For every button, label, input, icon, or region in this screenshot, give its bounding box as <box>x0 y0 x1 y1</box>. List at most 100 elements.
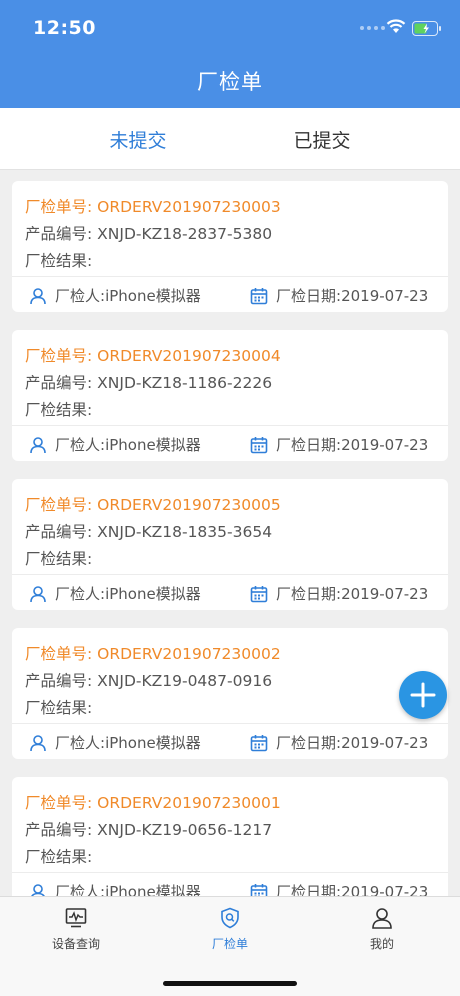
product-number-row: 产品编号: XNJD-KZ18-2837-5380 <box>25 222 272 244</box>
inspector-value: iPhone模拟器 <box>105 734 201 752</box>
inspector-label: 厂检人: <box>55 734 106 752</box>
date-value: 2019-07-23 <box>341 435 429 454</box>
tab-submitted[interactable]: 已提交 <box>262 126 382 153</box>
inspection-date-info: 厂检日期: 2019-07-23 <box>250 881 428 896</box>
inspection-card[interactable]: 厂检单号: ORDERV201907230005 产品编号: XNJD-KZ18… <box>12 479 448 610</box>
home-indicator <box>163 981 297 986</box>
order-number-row: 厂检单号: ORDERV201907230001 <box>25 791 281 813</box>
order-number-value: ORDERV201907230002 <box>97 645 281 663</box>
inspector-value: iPhone模拟器 <box>105 585 201 603</box>
date-label: 厂检日期: <box>276 287 342 305</box>
wifi-icon <box>386 19 406 33</box>
tab-unsubmitted[interactable]: 未提交 <box>78 126 198 153</box>
battery-icon <box>412 21 441 36</box>
inspection-card[interactable]: 厂检单号: ORDERV201907230003 产品编号: XNJD-KZ18… <box>12 181 448 312</box>
product-number-value: XNJD-KZ19-0656-1217 <box>97 821 273 839</box>
inspector-value: iPhone模拟器 <box>105 287 201 305</box>
inspector-value: iPhone模拟器 <box>105 883 201 896</box>
order-number-row: 厂检单号: ORDERV201907230002 <box>25 642 281 664</box>
card-divider <box>12 872 448 873</box>
inspection-list[interactable]: 厂检单号: ORDERV201907230003 产品编号: XNJD-KZ18… <box>0 170 460 896</box>
inspector-info: 厂检人: iPhone模拟器 <box>29 434 201 455</box>
inspection-result-label: 厂检结果: <box>25 699 93 717</box>
person-icon <box>30 585 46 602</box>
product-number-label: 产品编号: <box>25 523 98 541</box>
product-number-label: 产品编号: <box>25 374 98 392</box>
order-number-label: 厂检单号: <box>25 645 98 663</box>
inspector-info: 厂检人: iPhone模拟器 <box>29 285 201 306</box>
inspection-date-info: 厂检日期: 2019-07-23 <box>250 583 428 604</box>
person-icon <box>30 287 46 304</box>
order-number-value: ORDERV201907230004 <box>97 347 281 365</box>
calendar-icon <box>250 436 268 453</box>
inspector-info: 厂检人: iPhone模拟器 <box>29 732 201 753</box>
product-number-row: 产品编号: XNJD-KZ19-0656-1217 <box>25 818 272 840</box>
product-number-label: 产品编号: <box>25 672 98 690</box>
inspector-label: 厂检人: <box>55 436 106 454</box>
shield-search-icon <box>221 907 239 929</box>
nav-header: 12:50 厂检单 <box>0 0 460 108</box>
card-divider <box>12 425 448 426</box>
order-number-label: 厂检单号: <box>25 496 98 514</box>
calendar-icon <box>250 883 268 896</box>
calendar-icon <box>250 585 268 602</box>
inspection-date-info: 厂检日期: 2019-07-23 <box>250 434 428 455</box>
date-label: 厂检日期: <box>276 436 342 454</box>
tab-device-query-label: 设备查询 <box>51 937 100 951</box>
product-number-row: 产品编号: XNJD-KZ18-1186-2226 <box>25 371 272 393</box>
product-number-value: XNJD-KZ18-1186-2226 <box>97 374 273 392</box>
calendar-icon <box>250 287 268 304</box>
date-label: 厂检日期: <box>276 585 342 603</box>
inspector-label: 厂检人: <box>55 585 106 603</box>
date-value: 2019-07-23 <box>341 733 429 752</box>
order-number-label: 厂检单号: <box>25 347 98 365</box>
page-title: 厂检单 <box>197 70 263 94</box>
inspection-result-label: 厂检结果: <box>25 252 93 270</box>
inspection-card[interactable]: 厂检单号: ORDERV201907230001 产品编号: XNJD-KZ19… <box>12 777 448 896</box>
card-divider <box>12 276 448 277</box>
add-inspection-button[interactable] <box>399 671 447 719</box>
order-number-value: ORDERV201907230003 <box>97 198 281 216</box>
date-value: 2019-07-23 <box>341 882 429 897</box>
tab-mine[interactable]: 我的 <box>332 907 432 952</box>
product-number-row: 产品编号: XNJD-KZ18-1835-3654 <box>25 520 272 542</box>
product-number-label: 产品编号: <box>25 225 98 243</box>
status-time: 12:50 <box>33 17 96 39</box>
card-divider <box>12 723 448 724</box>
card-divider <box>12 574 448 575</box>
date-value: 2019-07-23 <box>341 286 429 305</box>
inspector-value: iPhone模拟器 <box>105 436 201 454</box>
order-number-row: 厂检单号: ORDERV201907230003 <box>25 195 281 217</box>
inspection-card[interactable]: 厂检单号: ORDERV201907230004 产品编号: XNJD-KZ18… <box>12 330 448 461</box>
inspector-label: 厂检人: <box>55 287 106 305</box>
person-icon <box>30 734 46 751</box>
tab-inspection-label: 厂检单 <box>211 937 248 951</box>
cellular-signal-icon <box>360 26 385 30</box>
order-number-value: ORDERV201907230001 <box>97 794 281 812</box>
inspector-info: 厂检人: iPhone模拟器 <box>29 881 201 896</box>
inspector-label: 厂检人: <box>55 883 106 896</box>
product-number-value: XNJD-KZ19-0487-0916 <box>97 672 273 690</box>
date-label: 厂检日期: <box>276 883 342 896</box>
order-number-row: 厂检单号: ORDERV201907230005 <box>25 493 281 515</box>
person-icon <box>372 908 392 929</box>
plus-icon <box>410 682 436 708</box>
date-value: 2019-07-23 <box>341 584 429 603</box>
tab-device-query[interactable]: 设备查询 <box>26 907 126 952</box>
status-bar: 12:50 <box>0 0 460 56</box>
monitor-icon <box>65 908 87 928</box>
order-number-row: 厂检单号: ORDERV201907230004 <box>25 344 281 366</box>
inspection-card[interactable]: 厂检单号: ORDERV201907230002 产品编号: XNJD-KZ19… <box>12 628 448 759</box>
product-number-label: 产品编号: <box>25 821 98 839</box>
inspection-date-info: 厂检日期: 2019-07-23 <box>250 732 428 753</box>
tab-mine-label: 我的 <box>369 937 394 951</box>
tab-inspection[interactable]: 厂检单 <box>180 907 280 952</box>
date-label: 厂检日期: <box>276 734 342 752</box>
person-icon <box>30 436 46 453</box>
person-icon <box>30 883 46 896</box>
order-number-label: 厂检单号: <box>25 794 98 812</box>
inspection-result-label: 厂检结果: <box>25 848 93 866</box>
product-number-row: 产品编号: XNJD-KZ19-0487-0916 <box>25 669 272 691</box>
calendar-icon <box>250 734 268 751</box>
segment-tabs: 未提交 已提交 <box>0 108 460 170</box>
